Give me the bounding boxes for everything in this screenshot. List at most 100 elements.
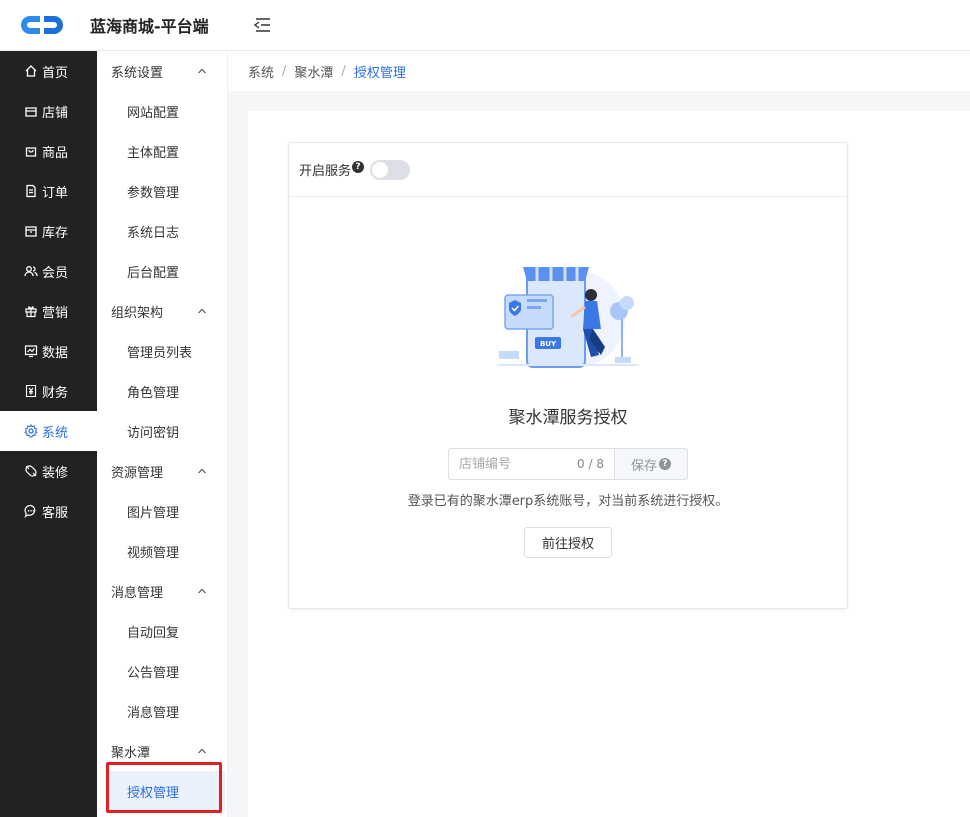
breadcrumb-item[interactable]: 系统 (248, 62, 274, 81)
nav-store[interactable]: 店铺 (0, 91, 97, 131)
box-icon (25, 226, 37, 237)
nav-home[interactable]: 首页 (0, 51, 97, 91)
breadcrumb-item[interactable]: 聚水潭 (294, 62, 333, 81)
menu-image-manage[interactable]: 图片管理 (97, 491, 227, 531)
menu-message-manage[interactable]: 消息管理 (97, 691, 227, 731)
menu-notice-manage[interactable]: 公告管理 (97, 651, 227, 691)
nav-decoration[interactable]: 装修 (0, 451, 97, 491)
secondary-sidebar: 系统设置 网站配置 主体配置 参数管理 系统日志 后台配置 组织架构 管理员列表… (97, 51, 228, 817)
primary-sidebar: 首页 店铺 商品 订单 库存 会员 营销 数据 财务 系统 装修 客服 (0, 51, 97, 817)
group-title: 组织架构 (111, 305, 164, 321)
menu-label: 访问密钥 (127, 425, 180, 441)
chevron-up-icon (198, 748, 206, 754)
chevron-up-icon (198, 308, 206, 314)
menu-label: 网站配置 (127, 105, 180, 121)
app-title: 蓝海商城-平台端 (90, 17, 209, 36)
bag-icon (25, 147, 37, 157)
nav-members[interactable]: 会员 (0, 251, 97, 291)
group-jushuitan[interactable]: 聚水潭 (97, 731, 227, 771)
nav-label: 系统 (42, 425, 69, 441)
breadcrumb: 系统 / 聚水潭 / 授权管理 (228, 51, 970, 91)
chart-icon (24, 345, 38, 358)
menu-label: 后台配置 (127, 265, 180, 281)
card-title: 聚水潭服务授权 (508, 408, 628, 428)
menu-label: 图片管理 (127, 505, 180, 521)
nav-goods[interactable]: 商品 (0, 131, 97, 171)
nav-label: 财务 (42, 385, 69, 401)
menu-entity-config[interactable]: 主体配置 (97, 131, 227, 171)
menu-admin-list[interactable]: 管理员列表 (97, 331, 227, 371)
nav-label: 库存 (42, 225, 69, 241)
nav-label: 商品 (42, 145, 69, 161)
menu-auto-reply[interactable]: 自动回复 (97, 611, 227, 651)
store-icon (25, 107, 37, 117)
group-messages[interactable]: 消息管理 (97, 571, 227, 611)
chevron-up-icon (198, 588, 206, 594)
menu-label: 参数管理 (127, 185, 180, 201)
menu-label: 消息管理 (127, 705, 180, 721)
nav-marketing[interactable]: 营销 (0, 291, 97, 331)
yen-icon (25, 384, 37, 398)
menu-label: 公告管理 (127, 665, 180, 681)
save-label: 保存 (630, 458, 657, 474)
menu-auth-manage[interactable]: 授权管理 (106, 771, 225, 811)
group-resources[interactable]: 资源管理 (97, 451, 227, 491)
question-icon: ? (659, 458, 671, 470)
chevron-up-icon (198, 468, 206, 474)
menu-admin-config[interactable]: 后台配置 (97, 251, 227, 291)
nav-label: 装修 (42, 465, 69, 481)
nav-label: 会员 (42, 265, 69, 281)
save-button[interactable]: 保存 ? (614, 448, 688, 480)
auth-card: 开启服务 ? BUY 聚水潭服务授权 店铺编号 0 / 8 保存 ? 登录已有的… (288, 142, 848, 609)
shop-code-field: 0 / 8 (448, 448, 614, 480)
authorization-illustration: BUY (497, 259, 639, 371)
brush-icon (25, 465, 37, 477)
menu-param-manage[interactable]: 参数管理 (97, 171, 227, 211)
chevron-up-icon (198, 68, 206, 74)
nav-label: 数据 (42, 345, 69, 361)
menu-system-log[interactable]: 系统日志 (97, 211, 227, 251)
nav-finance[interactable]: 财务 (0, 371, 97, 411)
menu-fold-icon[interactable] (252, 15, 272, 35)
top-header: 蓝海商城-平台端 (0, 0, 970, 51)
nav-orders[interactable]: 订单 (0, 171, 97, 211)
service-toggle[interactable] (370, 159, 411, 180)
menu-website-config[interactable]: 网站配置 (97, 91, 227, 131)
menu-access-key[interactable]: 访问密钥 (97, 411, 227, 451)
group-system-settings[interactable]: 系统设置 (97, 51, 227, 91)
users-icon (24, 266, 38, 277)
gear-icon (24, 424, 38, 438)
menu-label: 管理员列表 (127, 345, 193, 361)
menu-label: 角色管理 (127, 385, 180, 401)
menu-label: 视频管理 (127, 545, 180, 561)
shop-code-input[interactable] (459, 456, 569, 472)
menu-video-manage[interactable]: 视频管理 (97, 531, 227, 571)
menu-label: 主体配置 (127, 145, 180, 161)
nav-label: 客服 (42, 505, 69, 521)
menu-role-manage[interactable]: 角色管理 (97, 371, 227, 411)
auth-description: 登录已有的聚水潭erp系统账号，对当前系统进行授权。 (407, 494, 729, 509)
char-count: 0 / 8 (577, 457, 604, 471)
nav-label: 首页 (42, 65, 69, 81)
nav-system[interactable]: 系统 (0, 411, 97, 451)
document-icon (26, 184, 36, 198)
chat-icon (24, 504, 36, 518)
menu-label: 系统日志 (127, 225, 180, 241)
service-label: 开启服务 (299, 164, 352, 179)
nav-label: 订单 (42, 185, 69, 201)
group-organization[interactable]: 组织架构 (97, 291, 227, 331)
home-icon (25, 65, 37, 77)
nav-inventory[interactable]: 库存 (0, 211, 97, 251)
breadcrumb-separator: / (282, 63, 287, 79)
go-authorize-button[interactable]: 前往授权 (524, 527, 612, 558)
group-title: 资源管理 (111, 465, 164, 481)
shop-code-input-group: 0 / 8 保存 ? (448, 448, 688, 480)
breadcrumb-current: 授权管理 (353, 65, 406, 81)
svg-text:BUY: BUY (540, 340, 557, 348)
nav-label: 店铺 (42, 105, 69, 121)
nav-data[interactable]: 数据 (0, 331, 97, 371)
brand-logo-icon (20, 14, 64, 36)
nav-service[interactable]: 客服 (0, 491, 97, 531)
question-icon[interactable]: ? (352, 160, 365, 173)
group-title: 聚水潭 (111, 745, 151, 761)
